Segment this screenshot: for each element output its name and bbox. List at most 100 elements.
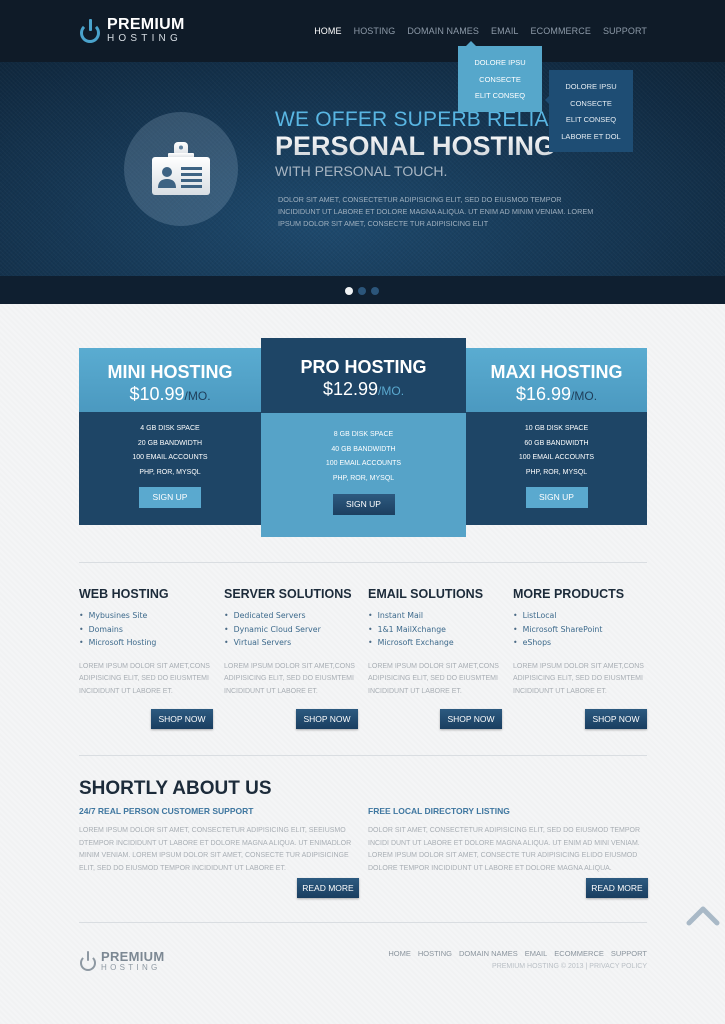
- footer-copyright: PREMIUM HOSTING © 2013 | PRIVACY POLICY: [492, 963, 647, 970]
- product-link[interactable]: Microsoft SharePoint: [513, 623, 647, 637]
- dropdown-item[interactable]: DOLORE IPSU: [458, 57, 542, 74]
- plan-feature: 8 GB DISK SPACE: [333, 431, 394, 438]
- plan-price: $12.99: [322, 379, 379, 399]
- read-more-button[interactable]: READ MORE: [297, 878, 359, 898]
- product-more-products: MORE PRODUCTS ListLocal Microsoft ShareP…: [513, 587, 647, 729]
- plan-card-pro: PRO HOSTING $12.99/MO. 8 GB DISK SPACE 4…: [261, 338, 466, 537]
- about-text: DOLOR SIT AMET, CONSECTETUR ADIPISICING …: [368, 827, 641, 872]
- product-description: LOREM IPSUM DOLOR SIT AMET,CONS ADIPISIC…: [224, 662, 355, 695]
- logo[interactable]: PREMIUM HOSTING: [79, 17, 185, 44]
- dropdown-item[interactable]: ELIT CONSEQ: [458, 90, 542, 107]
- product-link[interactable]: Instant Mail: [368, 609, 502, 623]
- product-link[interactable]: 1&1 MailXchange: [368, 623, 502, 637]
- product-title: WEB HOSTING: [79, 587, 169, 601]
- power-icon: [79, 18, 101, 43]
- shop-now-button[interactable]: SHOP NOW: [440, 709, 502, 729]
- plan-price: $16.99: [515, 384, 572, 404]
- product-link[interactable]: Domains: [79, 623, 213, 637]
- shop-now-button[interactable]: SHOP NOW: [151, 709, 213, 729]
- nav-support[interactable]: SUPPORT: [603, 26, 647, 36]
- nav-ecommerce[interactable]: ECOMMERCE: [531, 26, 591, 36]
- plan-name: PRO HOSTING: [300, 357, 427, 377]
- submenu-item[interactable]: DOLORE IPSU: [549, 81, 633, 98]
- plan-feature: 100 EMAIL ACCOUNTS: [132, 454, 208, 461]
- footer-nav-email[interactable]: EMAIL: [525, 949, 548, 958]
- nav-home[interactable]: HOME: [314, 26, 341, 36]
- footer-nav-domain-names[interactable]: DOMAIN NAMES: [459, 949, 518, 958]
- shop-now-button[interactable]: SHOP NOW: [296, 709, 358, 729]
- footer-logo-line1: PREMIUM: [101, 949, 165, 964]
- plan-period: /MO.: [571, 389, 598, 403]
- product-email-solutions: EMAIL SOLUTIONS Instant Mail 1&1 MailXch…: [368, 587, 502, 729]
- footer-nav-hosting[interactable]: HOSTING: [418, 949, 452, 958]
- logo-line2: HOSTING: [107, 33, 182, 44]
- logo-line1: PREMIUM: [107, 16, 185, 33]
- footer-logo-line2: HOSTING: [101, 963, 161, 972]
- plan-feature: PHP, ROR, MYSQL: [525, 468, 588, 476]
- footer-nav-support[interactable]: SUPPORT: [611, 949, 647, 958]
- product-server-solutions: SERVER SOLUTIONS Dedicated Servers Dynam…: [224, 587, 358, 729]
- dropdown-item[interactable]: CONSECTE: [458, 74, 542, 91]
- product-link[interactable]: Dedicated Servers: [224, 609, 358, 623]
- plan-feature: 60 GB BANDWIDTH: [524, 439, 589, 447]
- submenu-item[interactable]: LABORE ET DOL: [549, 131, 633, 148]
- id-badge-icon: [152, 142, 210, 195]
- separator: |: [585, 963, 588, 970]
- sign-up-button[interactable]: SIGN UP: [139, 487, 201, 508]
- plan-feature: 10 GB DISK SPACE: [524, 425, 589, 432]
- product-link[interactable]: Virtual Servers: [224, 636, 358, 650]
- nav-email[interactable]: EMAIL: [491, 26, 519, 36]
- plan-card-mini: MINI HOSTING $10.99/MO. 4 GB DISK SPACE …: [79, 348, 261, 525]
- product-link[interactable]: Mybusines Site: [79, 609, 213, 623]
- hero-title: PERSONAL HOSTING: [275, 131, 589, 162]
- product-description: LOREM IPSUM DOLOR SIT AMET,CONS ADIPISIC…: [79, 662, 210, 695]
- about-support: 24/7 REAL PERSON CUSTOMER SUPPORT LOREM …: [79, 806, 359, 898]
- shop-now-button[interactable]: SHOP NOW: [585, 709, 647, 729]
- footer-nav-home[interactable]: HOME: [388, 949, 411, 958]
- nav-domain-names[interactable]: DOMAIN NAMES: [407, 26, 479, 36]
- footer-nav-ecommerce[interactable]: ECOMMERCE: [554, 949, 604, 958]
- submenu-item[interactable]: CONSECTE: [549, 98, 633, 115]
- slide-dot-1[interactable]: [345, 287, 353, 295]
- plan-feature: PHP, ROR, MYSQL: [139, 468, 201, 476]
- product-title: SERVER SOLUTIONS: [224, 587, 352, 601]
- slider-pagination-bar: [0, 276, 725, 304]
- product-link[interactable]: Microsoft Hosting: [79, 636, 213, 650]
- plan-feature: 4 GB DISK SPACE: [140, 425, 200, 432]
- submenu-item[interactable]: ELIT CONSEQ: [549, 114, 633, 131]
- product-link[interactable]: Dynamic Cloud Server: [224, 623, 358, 637]
- back-to-top-icon[interactable]: [686, 904, 720, 926]
- plan-feature: PHP, ROR, MYSQL: [332, 474, 395, 482]
- privacy-policy-link[interactable]: PRIVACY POLICY: [589, 963, 647, 970]
- read-more-button[interactable]: READ MORE: [586, 878, 648, 898]
- footer-logo[interactable]: PREMIUM HOSTING: [79, 950, 165, 972]
- slide-dot-3[interactable]: [371, 287, 379, 295]
- hero-subtitle: WITH PERSONAL TOUCH.: [275, 163, 448, 179]
- footer-nav: HOME HOSTING DOMAIN NAMES EMAIL ECOMMERC…: [388, 949, 647, 958]
- hero-description: DOLOR SIT AMET, CONSECTETUR ADIPISICING …: [278, 195, 594, 228]
- product-link[interactable]: ListLocal: [513, 609, 647, 623]
- product-link[interactable]: eShops: [513, 636, 647, 650]
- product-web-hosting: WEB HOSTING Mybusines Site Domains Micro…: [79, 587, 213, 729]
- site-header: PREMIUM HOSTING HOME HOSTING DOMAIN NAME…: [0, 0, 725, 62]
- product-description: LOREM IPSUM DOLOR SIT AMET,CONS ADIPISIC…: [368, 662, 499, 695]
- about-heading: 24/7 REAL PERSON CUSTOMER SUPPORT: [79, 806, 254, 816]
- domain-names-dropdown: DOLORE IPSU CONSECTE ELIT CONSEQ: [458, 41, 542, 112]
- copyright-text: PREMIUM HOSTING © 2013: [492, 963, 584, 970]
- sign-up-button[interactable]: SIGN UP: [525, 487, 588, 508]
- plan-price: $10.99: [129, 384, 185, 404]
- plan-feature: 20 GB BANDWIDTH: [137, 439, 203, 447]
- slide-dot-2[interactable]: [358, 287, 366, 295]
- plan-period: /MO.: [184, 389, 211, 403]
- power-icon: [79, 951, 97, 971]
- plan-period: /MO.: [378, 384, 405, 398]
- sign-up-button[interactable]: SIGN UP: [332, 494, 395, 515]
- footer-divider: [79, 922, 647, 923]
- section-divider: [79, 562, 647, 563]
- product-link[interactable]: Microsoft Exchange: [368, 636, 502, 650]
- plan-name: MAXI HOSTING: [490, 362, 623, 382]
- plan-feature: 100 EMAIL ACCOUNTS: [325, 460, 402, 467]
- about-heading: FREE LOCAL DIRECTORY LISTING: [368, 806, 510, 816]
- section-divider: [79, 755, 647, 756]
- nav-hosting[interactable]: HOSTING: [354, 26, 396, 36]
